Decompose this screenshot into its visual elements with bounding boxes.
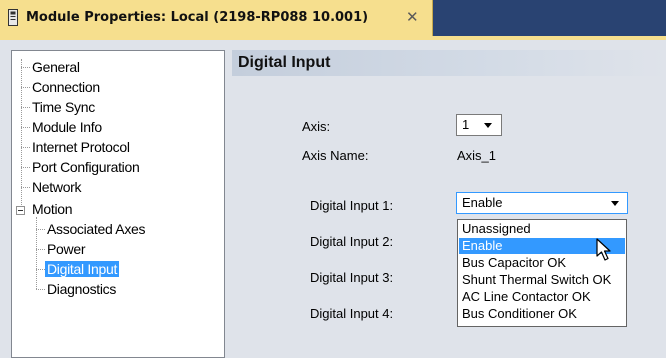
tree-connector [36,249,45,250]
tree-item-associated-axes[interactable]: Associated Axes [45,221,147,238]
digital-input-2-label: Digital Input 2: [310,234,394,249]
tree-item-module-info[interactable]: Module Info [30,119,104,136]
axis-name-value: Axis_1 [457,148,497,163]
tree-connector [21,107,30,108]
digital-input-4-label: Digital Input 4: [310,306,394,321]
tree-connector [21,167,30,168]
tree-item-internet-protocol[interactable]: Internet Protocol [30,139,132,156]
tree-item-motion[interactable]: Motion [30,201,74,218]
module-icon [8,9,18,26]
dropdown-option-ac-line-contactor-ok[interactable]: AC Line Contactor OK [459,289,625,305]
tree-item-port-configuration[interactable]: Port Configuration [30,159,141,176]
tree-item-connection[interactable]: Connection [30,79,102,96]
axis-label: Axis: [302,119,331,134]
tree-item-label: Time Sync [32,99,95,115]
chevron-down-icon [611,201,619,206]
tree-item-label: Associated Axes [47,221,146,237]
dropdown-option-bus-conditioner-ok[interactable]: Bus Conditioner OK [459,306,625,322]
axis-select-value: 1 [462,117,470,132]
tree-connector [21,127,30,128]
digital-input-1-value: Enable [462,195,503,210]
tree-item-diagnostics[interactable]: Diagnostics [45,281,118,298]
tree-item-label: Digital Input [45,261,120,277]
digital-input-1-select[interactable]: Enable [456,192,628,214]
tree-connector [21,67,30,68]
tree-connector [36,217,37,289]
tab-module-properties[interactable]: Module Properties: Local (2198-RP088 10.… [0,0,433,36]
axis-name-label: Axis Name: [302,148,369,163]
tree-connector [36,289,45,290]
tree-item-label: Network [32,179,82,195]
tree-item-label: Diagnostics [47,281,117,297]
tree-item-label: Connection [32,79,100,95]
tab-title: Module Properties: Local (2198-RP088 10.… [26,10,369,25]
dropdown-option-shunt-thermal-switch-ok[interactable]: Shunt Thermal Switch OK [459,272,625,288]
tab-underline [0,36,666,40]
chevron-down-icon [484,123,492,128]
tree-item-label: Motion [32,201,73,217]
tree-connector [21,87,30,88]
tab-strip: Module Properties: Local (2198-RP088 10.… [0,0,666,40]
collapse-minus-icon[interactable] [16,206,25,215]
dropdown-option-unassigned[interactable]: Unassigned [459,221,625,237]
tree-item-general[interactable]: General [30,59,82,76]
digital-input-3-label: Digital Input 3: [310,270,394,285]
axis-select[interactable]: 1 [456,114,502,136]
section-header: Digital Input [232,50,666,76]
navigation-tree[interactable]: General Connection Time Sync Module Info… [11,50,225,358]
tree-item-label: Module Info [32,119,102,135]
tree-item-label: Port Configuration [32,159,140,175]
digital-input-1-label: Digital Input 1: [310,198,394,213]
tree-item-time-sync[interactable]: Time Sync [30,99,97,116]
tree-item-label: General [32,59,80,75]
tree-connector [21,147,30,148]
tree-item-network[interactable]: Network [30,179,83,196]
tree-item-label: Power [47,241,86,257]
digital-input-1-dropdown[interactable]: Unassigned Enable Bus Capacitor OK Shunt… [457,219,627,327]
tree-item-power[interactable]: Power [45,241,87,258]
dropdown-option-enable[interactable]: Enable [459,238,625,254]
tree-item-label: Internet Protocol [32,139,130,155]
close-icon[interactable]: ✕ [406,9,419,26]
tree-connector [21,187,30,188]
section-title: Digital Input [238,54,331,71]
tree-connector [36,229,45,230]
tree-item-digital-input[interactable]: Digital Input [45,261,120,278]
tree-connector [36,269,45,270]
dropdown-option-bus-capacitor-ok[interactable]: Bus Capacitor OK [459,255,625,271]
